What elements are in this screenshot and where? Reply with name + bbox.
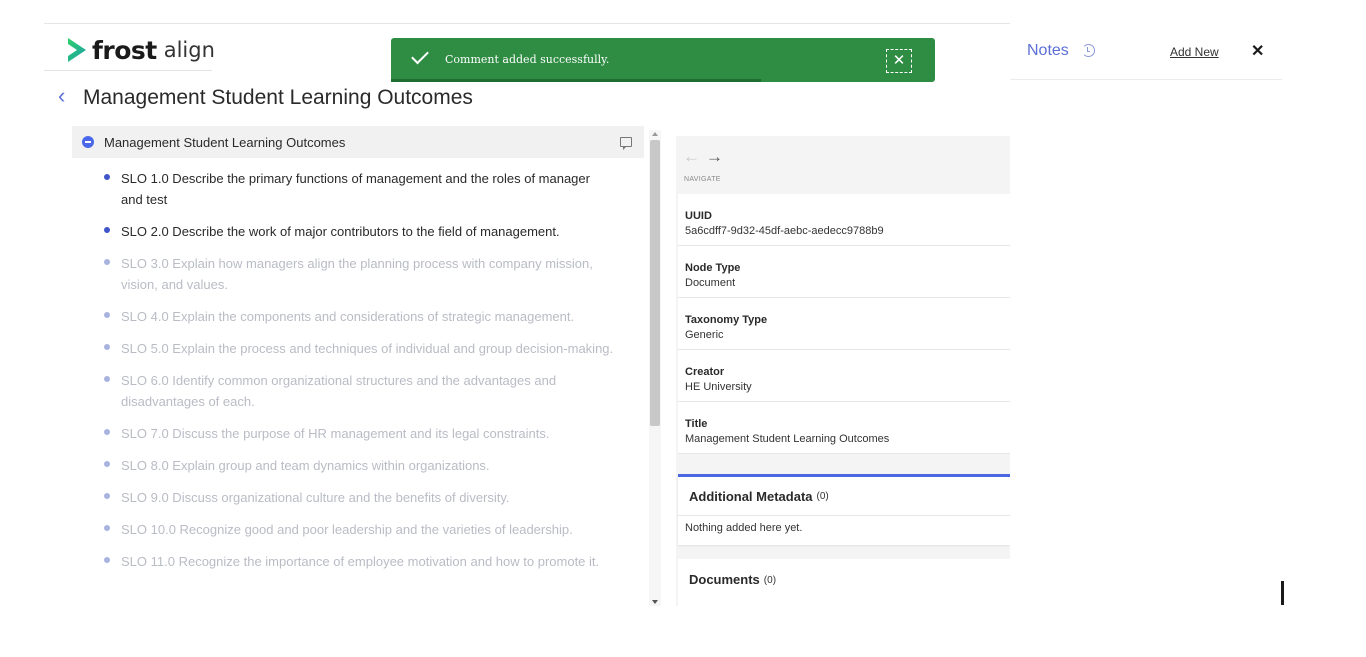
tree-item-slo[interactable]: SLO 5.0 Explain the process and techniqu… <box>72 338 644 359</box>
bullet-icon <box>104 525 110 531</box>
bullet-icon <box>104 227 110 233</box>
notes-title: Notes <box>1027 42 1069 59</box>
tree-item-slo[interactable]: SLO 11.0 Recognize the importance of emp… <box>72 551 644 572</box>
toast-progress-bar <box>391 79 761 82</box>
documents-card[interactable]: Documents (0) <box>678 559 1010 606</box>
metadata-field-label: Node Type <box>685 262 741 274</box>
tree-item-slo[interactable]: SLO 2.0 Describe the work of major contr… <box>72 221 644 242</box>
node-detail-panel: ← → NAVIGATE UUID 5a6cdff7-9d32-45df-aebc… <box>676 136 1010 606</box>
metadata-field-label: Title <box>685 418 708 430</box>
tree-item-slo[interactable]: SLO 3.0 Explain how managers align the p… <box>72 253 644 295</box>
toast-close-button[interactable]: ✕ <box>886 49 912 73</box>
notes-panel: Notes Add New ✕ <box>1010 23 1282 606</box>
additional-metadata-empty-text: Nothing added here yet. <box>685 522 803 534</box>
documents-count: (0) <box>763 575 777 586</box>
tree-item-label: SLO 3.0 Explain how managers align the p… <box>121 256 593 292</box>
tree-item-label: SLO 1.0 Describe the primary functions o… <box>121 171 590 207</box>
metadata-field: Title Management Student Learning Outcome… <box>678 402 1010 454</box>
frost-align-logo[interactable]: frost align <box>66 33 215 67</box>
bullet-icon <box>104 312 110 318</box>
history-icon[interactable] <box>1082 44 1095 57</box>
tree-item-label: SLO 7.0 Discuss the purpose of HR manage… <box>121 426 550 441</box>
collapse-icon[interactable] <box>82 136 94 148</box>
metadata-field-label: UUID <box>685 210 712 222</box>
metadata-field-label: Taxonomy Type <box>685 314 768 326</box>
metadata-field: Creator HE University <box>678 350 1010 402</box>
app-window: frost align ‹ Management Student Learnin… <box>0 0 1366 657</box>
tree-item-slo[interactable]: SLO 1.0 Describe the primary functions o… <box>72 168 644 210</box>
tree-root-node[interactable]: Management Student Learning Outcomes <box>72 126 644 158</box>
additional-metadata-count: (0) <box>816 490 829 502</box>
logo-chevron-icon <box>68 38 86 62</box>
scroll-thumb[interactable] <box>650 140 660 426</box>
tree-item-label: SLO 10.0 Recognize good and poor leaders… <box>121 522 573 537</box>
additional-metadata-card: Additional Metadata (0) Nothing added he… <box>678 474 1010 545</box>
bullet-icon <box>104 493 110 499</box>
tree-item-label: SLO 9.0 Discuss organizational culture a… <box>121 490 510 505</box>
tree-item-slo[interactable]: SLO 7.0 Discuss the purpose of HR manage… <box>72 423 644 444</box>
toast-message: Comment added successfully. <box>445 53 610 66</box>
tree-item-slo[interactable]: SLO 10.0 Recognize good and poor leaders… <box>72 519 644 540</box>
metadata-field: Taxonomy Type Generic <box>678 298 1010 350</box>
metadata-field-label: Creator <box>685 366 725 378</box>
bullet-icon <box>104 461 110 467</box>
tree-item-slo[interactable]: SLO 4.0 Explain the components and consi… <box>72 306 644 327</box>
arrow-right-icon[interactable]: → <box>706 148 723 166</box>
navigate-controls: ← → <box>683 148 723 166</box>
metadata-field-value: Document <box>685 277 736 289</box>
tree-scrollbar[interactable] <box>649 130 661 606</box>
success-toast: Comment added successfully. ✕ <box>391 38 935 82</box>
bullet-icon <box>104 259 110 265</box>
outcomes-tree: Management Student Learning Outcomes SLO… <box>72 126 644 606</box>
slo-list: SLO 1.0 Describe the primary functions o… <box>72 168 644 572</box>
tree-item-label: SLO 2.0 Describe the work of major contr… <box>121 224 560 239</box>
logo-wordmark-light: align <box>163 38 215 62</box>
navigate-label: NAVIGATE <box>684 176 721 183</box>
page-title: Management Student Learning Outcomes <box>83 86 473 109</box>
metadata-field-value: 5a6cdff7-9d32-45df-aebc-aedecc9788b9 <box>685 225 884 237</box>
tree-root-label: Management Student Learning Outcomes <box>104 134 346 150</box>
additional-metadata-title: Additional Metadata <box>689 488 813 504</box>
text-cursor-icon <box>1281 581 1284 605</box>
arrow-left-icon[interactable]: ← <box>683 148 700 166</box>
notes-header: Notes Add New ✕ <box>1010 23 1282 80</box>
documents-title: Documents <box>689 572 760 587</box>
tree-item-label: SLO 6.0 Identify common organizational s… <box>121 373 557 409</box>
checkmark-icon <box>411 46 429 65</box>
metadata-field-value: Generic <box>685 329 724 341</box>
bullet-icon <box>104 376 110 382</box>
bullet-icon <box>104 429 110 435</box>
comment-icon[interactable] <box>620 137 632 150</box>
tree-item-label: SLO 4.0 Explain the components and consi… <box>121 309 575 324</box>
add-new-note-link[interactable]: Add New <box>1170 45 1219 59</box>
metadata-card: UUID 5a6cdff7-9d32-45df-aebc-aedecc9788b9… <box>678 194 1010 454</box>
metadata-field: UUID 5a6cdff7-9d32-45df-aebc-aedecc9788b9 <box>678 194 1010 246</box>
metadata-field: Node Type Document <box>678 246 1010 298</box>
metadata-field-value: HE University <box>685 381 752 393</box>
tree-item-label: SLO 5.0 Explain the process and techniqu… <box>121 341 614 356</box>
tree-item-label: SLO 8.0 Explain group and team dynamics … <box>121 458 490 473</box>
logo-divider <box>44 70 212 71</box>
tree-item-label: SLO 11.0 Recognize the importance of emp… <box>121 554 600 569</box>
chevron-left-icon[interactable]: ‹ <box>58 85 65 107</box>
bullet-icon <box>104 174 110 180</box>
bullet-icon <box>104 557 110 563</box>
tree-item-slo[interactable]: SLO 8.0 Explain group and team dynamics … <box>72 455 644 476</box>
additional-metadata-header[interactable]: Additional Metadata (0) <box>678 477 1010 516</box>
close-notes-icon[interactable]: ✕ <box>1251 41 1264 61</box>
tree-item-slo[interactable]: SLO 9.0 Discuss organizational culture a… <box>72 487 644 508</box>
scroll-up-arrow-icon[interactable] <box>652 132 658 136</box>
logo-wordmark-bold: frost <box>92 35 157 65</box>
scroll-down-arrow-icon[interactable] <box>652 600 658 604</box>
tree-item-slo[interactable]: SLO 6.0 Identify common organizational s… <box>72 370 644 412</box>
bullet-icon <box>104 344 110 350</box>
metadata-field-value: Management Student Learning Outcomes <box>685 433 890 445</box>
